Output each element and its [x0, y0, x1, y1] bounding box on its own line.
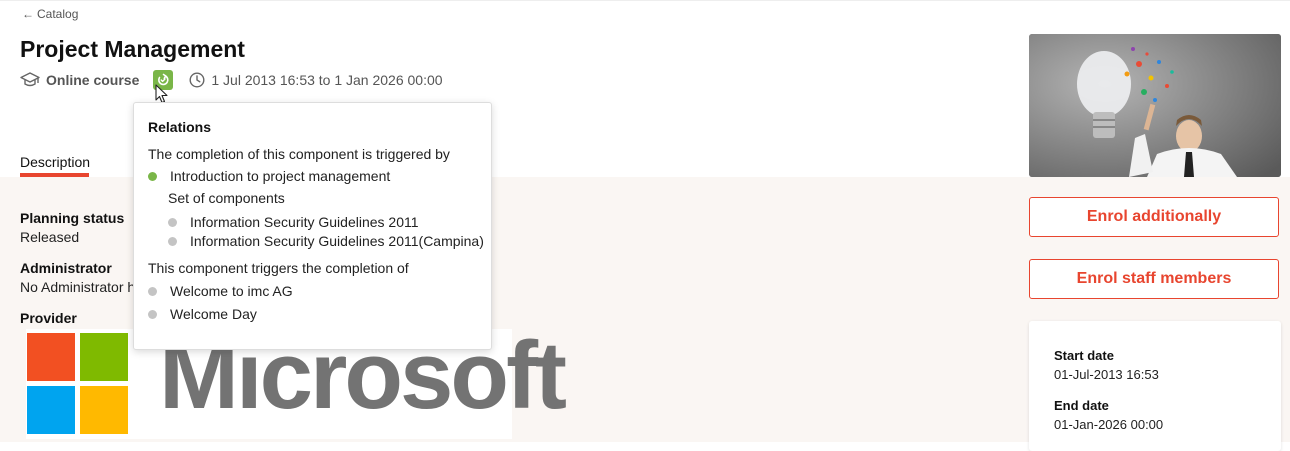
logo-square-blue	[27, 386, 75, 434]
logo-square-green	[80, 333, 128, 381]
triggers-heading: This component triggers the completion o…	[148, 260, 409, 276]
relation-item-introduction[interactable]: Introduction to project management	[148, 168, 390, 184]
relation-item-label: Information Security Guidelines 2011	[190, 214, 419, 230]
course-meta-row: Online course 1 Jul 2013 16:53 to 1 Jan …	[20, 70, 443, 90]
end-date-label: End date	[1054, 398, 1109, 413]
logo-square-yellow	[80, 386, 128, 434]
status-dot	[148, 286, 157, 296]
status-dot-completed	[148, 171, 157, 181]
clock-icon	[189, 72, 205, 88]
administrator-value: No Administrator h	[20, 279, 136, 295]
planning-status-label: Planning status	[20, 210, 125, 226]
active-tab-indicator	[20, 173, 89, 177]
relation-item-label: Welcome Day	[170, 306, 257, 322]
set-of-components-heading: Set of components	[168, 190, 285, 206]
page-title: Project Management	[20, 36, 245, 62]
tab-description[interactable]: Description	[20, 154, 90, 170]
relation-item-welcome-imc[interactable]: Welcome to imc AG	[148, 283, 293, 299]
course-date-range: 1 Jul 2013 16:53 to 1 Jan 2026 00:00	[211, 72, 443, 88]
back-to-catalog-link[interactable]: ← Catalog	[22, 7, 78, 21]
course-type-label: Online course	[46, 72, 140, 88]
administrator-label: Administrator	[20, 260, 112, 276]
end-date-value: 01-Jan-2026 00:00	[1054, 417, 1164, 432]
relation-item-security-2011[interactable]: Information Security Guidelines 2011	[168, 214, 419, 230]
relation-item-security-2011-campina[interactable]: Information Security Guidelines 2011(Cam…	[168, 233, 484, 249]
relation-item-welcome-day[interactable]: Welcome Day	[148, 306, 257, 322]
start-date-label: Start date	[1054, 348, 1114, 363]
status-dot	[168, 217, 177, 227]
relation-item-label: Introduction to project management	[170, 168, 391, 184]
enrol-additionally-button[interactable]: Enrol additionally	[1029, 197, 1279, 237]
enrol-staff-members-button[interactable]: Enrol staff members	[1029, 259, 1279, 299]
relations-title: Relations	[148, 119, 212, 135]
course-image	[1029, 34, 1281, 177]
provider-label: Provider	[20, 310, 77, 326]
planning-status-value: Released	[20, 229, 80, 245]
status-dot	[148, 309, 157, 319]
triggered-by-heading: The completion of this component is trig…	[148, 146, 450, 162]
back-link-label: Catalog	[37, 7, 79, 21]
relations-popover: Relations The completion of this compone…	[133, 102, 492, 350]
back-arrow-icon: ←	[22, 7, 34, 21]
graduation-cap-icon	[20, 72, 40, 88]
relation-item-label: Information Security Guidelines 2011(Cam…	[190, 233, 484, 249]
logo-square-red	[27, 333, 75, 381]
relation-item-label: Welcome to imc AG	[170, 283, 293, 299]
status-dot	[168, 236, 177, 246]
dates-card: Start date 01-Jul-2013 16:53 End date 01…	[1029, 321, 1281, 451]
start-date-value: 01-Jul-2013 16:53	[1054, 367, 1159, 382]
